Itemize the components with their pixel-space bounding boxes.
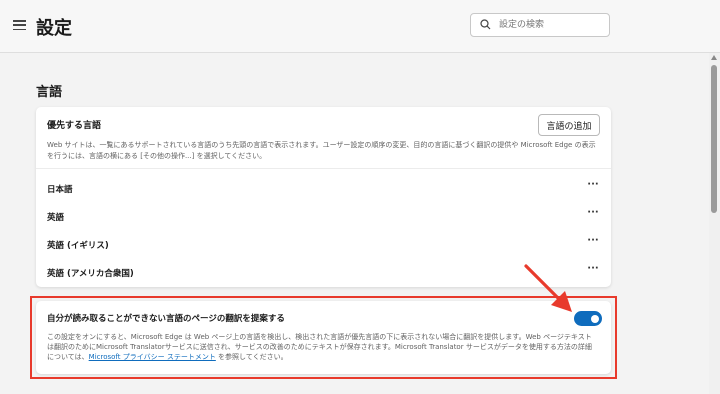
preferred-languages-description: Web サイトは、一覧にあるサポートされている言語のうち先頭の言語で表示されます…: [47, 141, 596, 160]
language-label: 英語: [47, 213, 65, 223]
preferred-languages-card: 優先する言語 言語の追加 Web サイトは、一覧にあるサポートされている言語のう…: [36, 107, 611, 287]
privacy-statement-link[interactable]: Microsoft プライバシー ステートメント: [89, 353, 216, 361]
translate-offer-description: この設定をオンにすると、Microsoft Edge は Web ページ上の言語…: [47, 332, 595, 362]
more-options-icon[interactable]: ···: [584, 234, 602, 250]
search-icon: [480, 19, 491, 30]
description-text-end: を参照してください。: [215, 353, 288, 361]
preferred-languages-title: 優先する言語: [47, 121, 102, 131]
more-options-icon[interactable]: ···: [584, 206, 602, 222]
page-title: 設定: [36, 18, 72, 39]
top-bar: 設定: [0, 0, 720, 53]
translate-offer-title: 自分が読み取ることができない言語のページの翻訳を提案する: [47, 314, 285, 324]
language-row-japanese: 日本語 ···: [36, 175, 611, 201]
divider: [36, 168, 611, 169]
search-box[interactable]: [470, 13, 610, 37]
hamburger-menu-icon[interactable]: [13, 20, 26, 31]
scrollbar[interactable]: [709, 53, 720, 394]
toggle-knob: [591, 314, 599, 323]
annotation-arrow-icon: [524, 264, 572, 312]
scroll-thumb[interactable]: [711, 65, 717, 213]
language-label: 日本語: [47, 185, 73, 195]
more-options-icon[interactable]: ···: [584, 262, 602, 278]
add-language-button[interactable]: 言語の追加: [538, 114, 600, 136]
more-options-icon[interactable]: ···: [584, 178, 602, 194]
language-label: 英語 (アメリカ合衆国): [47, 269, 134, 279]
section-title-languages: 言語: [36, 85, 63, 100]
language-row-english: 英語 ···: [36, 203, 611, 229]
language-row-english-uk: 英語 (イギリス) ···: [36, 231, 611, 257]
scroll-up-arrow-icon[interactable]: [711, 55, 717, 60]
language-label: 英語 (イギリス): [47, 241, 109, 251]
search-input[interactable]: [499, 17, 603, 33]
